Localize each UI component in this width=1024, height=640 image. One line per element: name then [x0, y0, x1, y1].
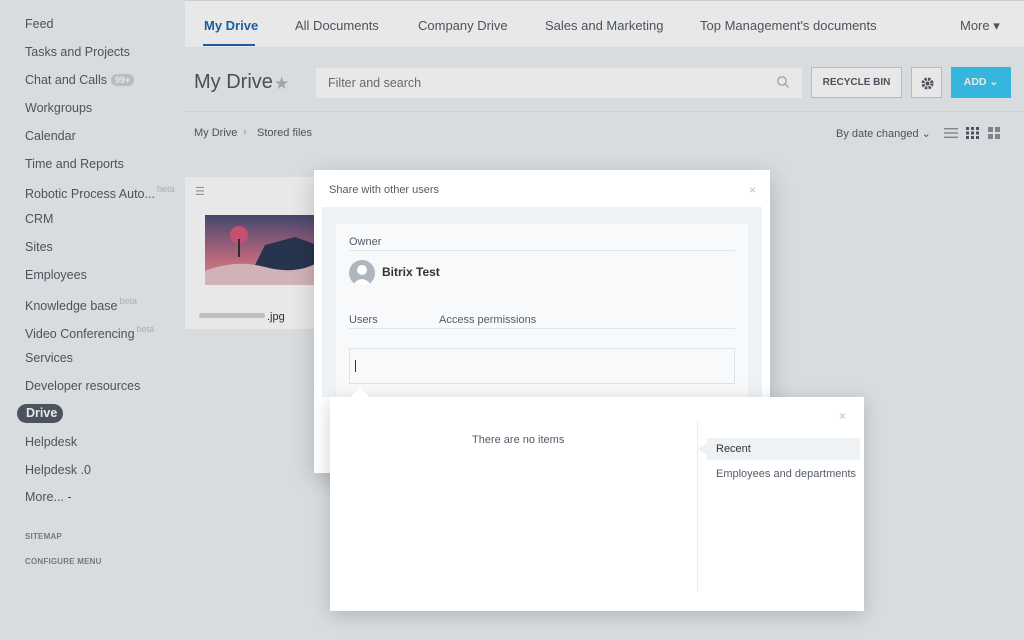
share-panel [336, 224, 748, 424]
tab-employees-departments[interactable]: Employees and departments [716, 468, 856, 480]
owner-label: Owner [349, 236, 382, 248]
close-icon[interactable]: × [839, 409, 846, 423]
tab-recent[interactable]: Recent [707, 438, 860, 460]
tab-notch [697, 443, 707, 455]
owner-name: Bitrix Test [382, 265, 440, 279]
text-caret [355, 360, 356, 372]
users-column-label: Users [349, 314, 378, 326]
user-search-input[interactable] [349, 348, 735, 384]
empty-state-text: There are no items [472, 434, 565, 446]
divider [349, 328, 735, 329]
access-permissions-label: Access permissions [439, 314, 537, 326]
user-selector-popup: × There are no items Recent Employees an… [330, 387, 864, 611]
user-icon [352, 265, 372, 286]
share-dialog-title: Share with other users [329, 184, 440, 196]
avatar [349, 260, 375, 286]
close-icon[interactable]: × [749, 183, 756, 197]
divider [349, 250, 735, 251]
